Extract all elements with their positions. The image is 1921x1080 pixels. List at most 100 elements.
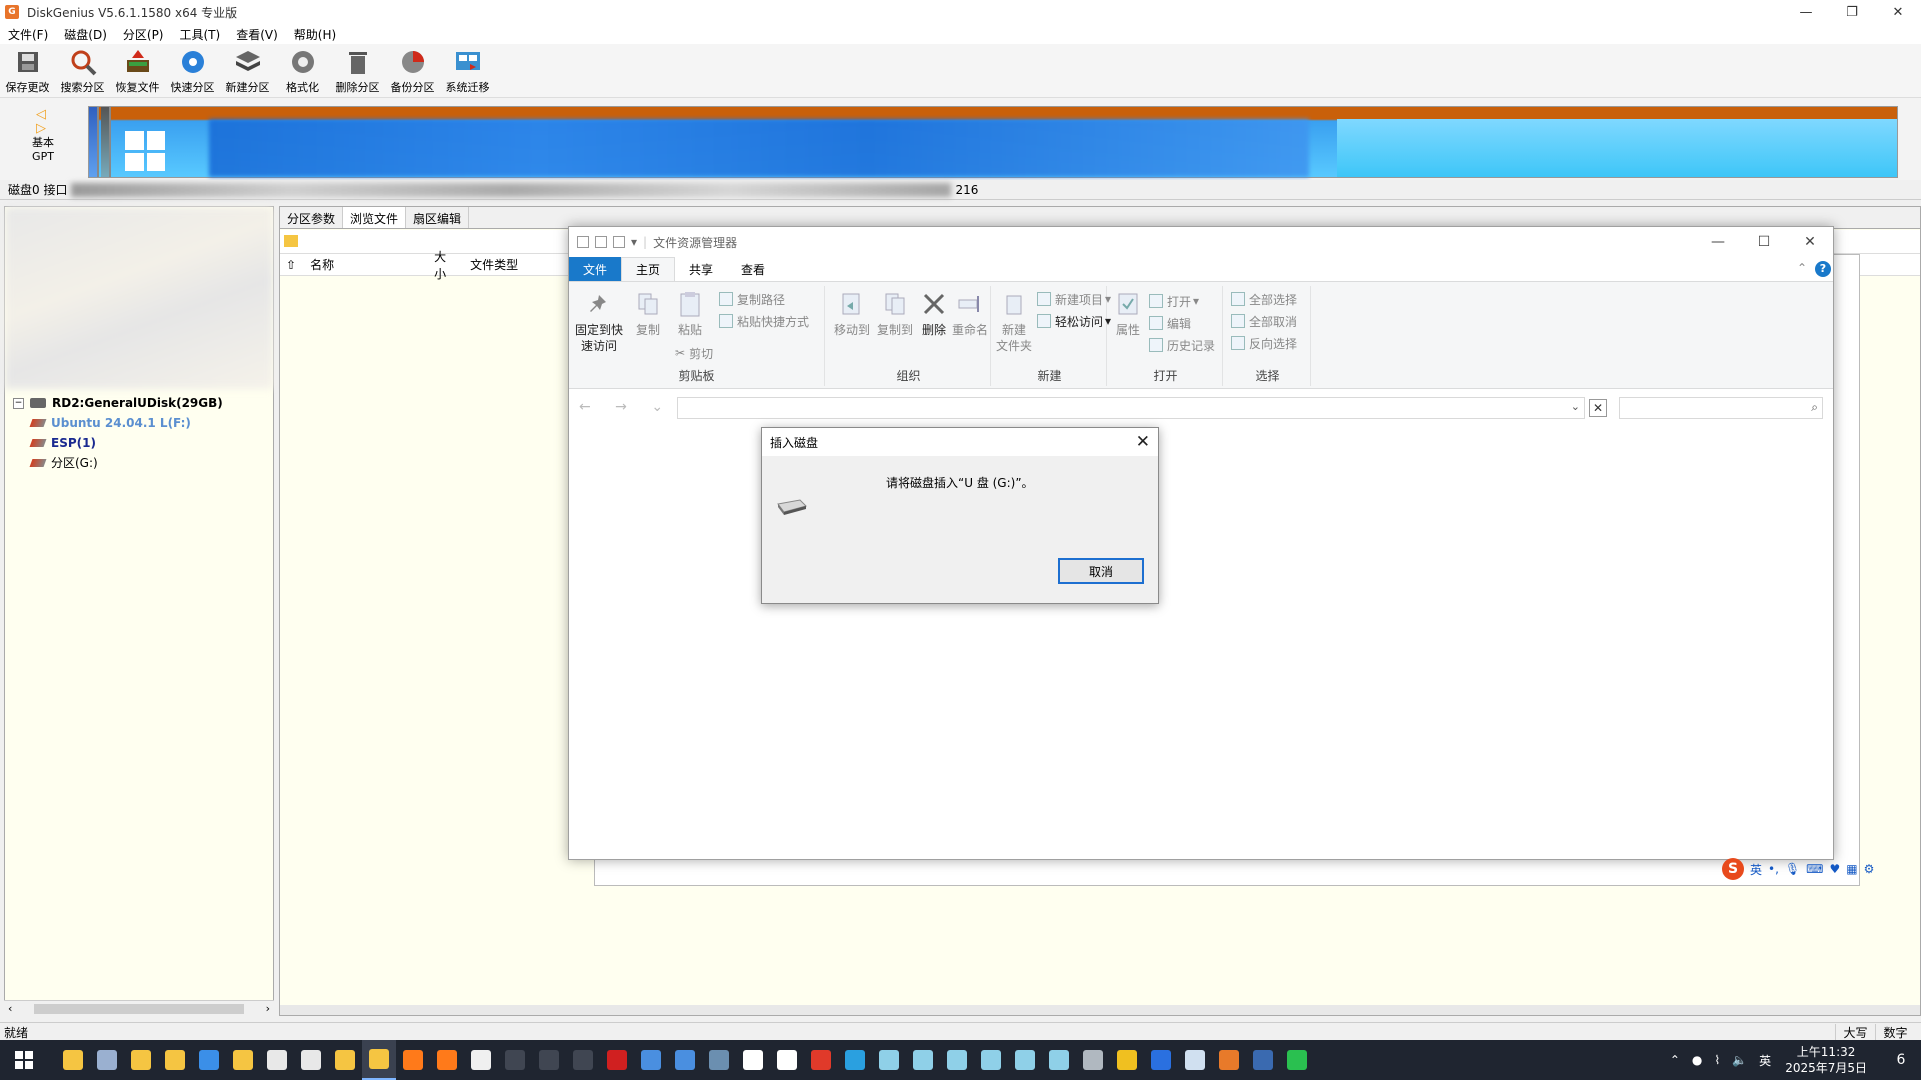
- partition-block-windows[interactable]: [209, 119, 1309, 177]
- taskbar-app-icon[interactable]: [872, 1040, 906, 1080]
- notification-center-icon[interactable]: 6: [1881, 1052, 1921, 1068]
- taskbar-app-icon[interactable]: [838, 1040, 872, 1080]
- tree-item-partition-ubuntu[interactable]: Ubuntu 24.04.1 L(F:): [13, 413, 223, 433]
- menu-view[interactable]: 查看(V): [228, 26, 286, 43]
- select-none-button[interactable]: 全部取消: [1231, 312, 1297, 330]
- disk-nav-arrows-icon[interactable]: ◁ ▷: [28, 108, 58, 136]
- disk-navigator[interactable]: ◁ ▷ 基本 GPT: [28, 108, 58, 164]
- taskbar-app-icon[interactable]: [124, 1040, 158, 1080]
- system-migration-button[interactable]: 系统迁移: [440, 44, 495, 97]
- tree-item-disk[interactable]: − RD2:GeneralUDisk(29GB): [13, 393, 223, 413]
- taskbar-app-icon[interactable]: [158, 1040, 192, 1080]
- column-name[interactable]: 名称: [310, 256, 420, 273]
- qa-dropdown-icon[interactable]: ▾: [631, 235, 637, 249]
- partition-block-4[interactable]: [1337, 119, 1897, 177]
- paste-button[interactable]: 粘贴: [673, 290, 707, 338]
- address-dropdown-icon[interactable]: ⌄: [1571, 400, 1580, 413]
- taskbar-app-icon[interactable]: [1178, 1040, 1212, 1080]
- restore-button[interactable]: ❐: [1829, 0, 1875, 24]
- taskbar-app-icon[interactable]: [634, 1040, 668, 1080]
- paste-shortcut-button[interactable]: 粘贴快捷方式: [719, 312, 809, 330]
- tray-language-indicator[interactable]: 英: [1759, 1052, 1771, 1069]
- scroll-thumb[interactable]: [34, 1003, 244, 1014]
- menu-file[interactable]: 文件(F): [0, 26, 56, 43]
- explorer-maximize-button[interactable]: ☐: [1741, 227, 1787, 257]
- ime-punctuation-toggle[interactable]: •,: [1768, 862, 1779, 876]
- taskbar-app-icon[interactable]: [702, 1040, 736, 1080]
- scroll-right-icon[interactable]: ›: [266, 1002, 270, 1015]
- taskbar-app-icon[interactable]: [736, 1040, 770, 1080]
- taskbar-app-icon[interactable]: [260, 1040, 294, 1080]
- taskbar-app-icon[interactable]: [192, 1040, 226, 1080]
- taskbar-app-icon[interactable]: [804, 1040, 838, 1080]
- tree-item-partition-g[interactable]: 分区(G:): [13, 453, 223, 473]
- properties-button[interactable]: 属性: [1113, 290, 1143, 338]
- taskbar-app-icon[interactable]: [430, 1040, 464, 1080]
- tab-sector-edit[interactable]: 扇区编辑: [406, 207, 470, 228]
- partition-block-2[interactable]: [101, 107, 111, 177]
- cancel-button[interactable]: 取消: [1058, 558, 1144, 584]
- taskbar-app-icon[interactable]: [498, 1040, 532, 1080]
- delete-button[interactable]: 删除: [921, 290, 947, 338]
- easy-access-button[interactable]: 轻松访问 ▾: [1037, 312, 1111, 330]
- start-button[interactable]: [0, 1040, 48, 1080]
- taskbar-app-icon[interactable]: [974, 1040, 1008, 1080]
- taskbar-app-icon[interactable]: [1008, 1040, 1042, 1080]
- taskbar-app-icon[interactable]: [1246, 1040, 1280, 1080]
- taskbar-app-icon[interactable]: [1212, 1040, 1246, 1080]
- taskbar-app-icon[interactable]: [362, 1040, 396, 1080]
- help-icon[interactable]: ?: [1815, 261, 1831, 277]
- tray-network-icon[interactable]: ⌇: [1714, 1053, 1720, 1067]
- new-folder-button[interactable]: 新建 文件夹: [995, 290, 1033, 354]
- move-to-button[interactable]: 移动到: [833, 290, 871, 338]
- taskbar-app-icon[interactable]: [90, 1040, 124, 1080]
- tray-app-icon[interactable]: ●: [1692, 1053, 1702, 1067]
- new-folder-qa-icon[interactable]: [613, 236, 625, 248]
- address-bar[interactable]: ⌄: [677, 397, 1585, 419]
- ime-toolbox-icon[interactable]: ▦: [1846, 862, 1857, 876]
- taskbar-app-icon[interactable]: [396, 1040, 430, 1080]
- ribbon-tab-file[interactable]: 文件: [569, 257, 622, 281]
- taskbar-app-icon[interactable]: [566, 1040, 600, 1080]
- taskbar-app-icon[interactable]: [1110, 1040, 1144, 1080]
- search-partition-button[interactable]: 搜索分区: [55, 44, 110, 97]
- copy-path-button[interactable]: 复制路径: [719, 290, 785, 308]
- ime-keyboard-icon[interactable]: ⌨: [1806, 862, 1823, 876]
- partition-strip[interactable]: [88, 106, 1898, 178]
- ribbon-tab-share[interactable]: 共享: [675, 257, 727, 281]
- taskbar-app-icon[interactable]: [1144, 1040, 1178, 1080]
- edit-button[interactable]: 编辑: [1149, 314, 1191, 332]
- taskbar-app-icon[interactable]: [906, 1040, 940, 1080]
- ime-lang-toggle[interactable]: 英: [1750, 861, 1762, 878]
- tab-browse-files[interactable]: 浏览文件: [343, 207, 407, 228]
- ribbon-tab-home[interactable]: 主页: [621, 257, 676, 281]
- copy-button[interactable]: 复制: [631, 290, 665, 338]
- tree-item-partition-esp[interactable]: ESP(1): [13, 433, 223, 453]
- menu-partition[interactable]: 分区(P): [115, 26, 172, 43]
- save-changes-button[interactable]: 保存更改: [0, 44, 55, 97]
- format-button[interactable]: 格式化: [275, 44, 330, 97]
- window-menu-icon[interactable]: [577, 236, 589, 248]
- tray-volume-icon[interactable]: 🔈: [1732, 1053, 1747, 1067]
- clock[interactable]: 上午11:32 2025年7月5日: [1785, 1044, 1867, 1076]
- taskbar-app-icon[interactable]: [940, 1040, 974, 1080]
- pin-quick-access-button[interactable]: 固定到快 速访问: [575, 290, 623, 354]
- collapse-icon[interactable]: −: [13, 397, 24, 409]
- taskbar-app-icon[interactable]: [532, 1040, 566, 1080]
- tray-overflow-icon[interactable]: ⌃: [1670, 1053, 1680, 1067]
- cut-button[interactable]: ✂ 剪切: [675, 344, 713, 362]
- tree-horizontal-scrollbar[interactable]: ‹ ›: [4, 1000, 274, 1016]
- minimize-button[interactable]: —: [1783, 0, 1829, 24]
- taskbar-app-icon[interactable]: [1280, 1040, 1314, 1080]
- partition-block-1[interactable]: [89, 107, 99, 177]
- menu-disk[interactable]: 磁盘(D): [56, 26, 115, 43]
- ribbon-tab-view[interactable]: 查看: [727, 257, 779, 281]
- open-button[interactable]: 打开 ▾: [1149, 292, 1199, 310]
- taskbar-app-icon[interactable]: [1042, 1040, 1076, 1080]
- taskbar-app-icon[interactable]: [770, 1040, 804, 1080]
- up-icon[interactable]: ⇧: [286, 258, 296, 272]
- taskbar-app-icon[interactable]: [328, 1040, 362, 1080]
- address-clear-icon[interactable]: ✕: [1589, 399, 1607, 417]
- taskbar-app-icon[interactable]: [294, 1040, 328, 1080]
- rename-button[interactable]: 重命名: [951, 290, 989, 338]
